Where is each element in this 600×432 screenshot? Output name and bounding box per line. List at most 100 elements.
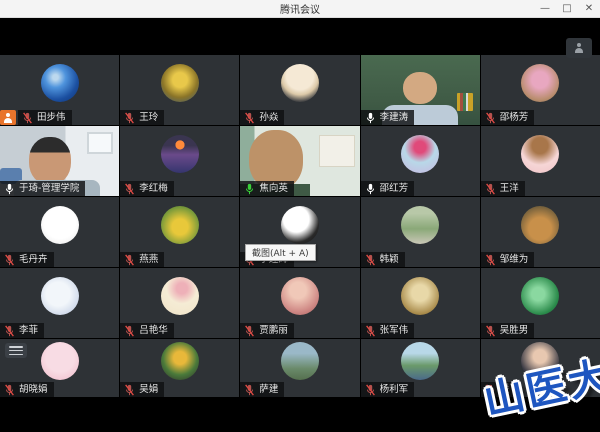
avatar	[401, 342, 439, 380]
avatar	[281, 64, 319, 102]
mic-icon	[485, 254, 496, 266]
list-view-icon[interactable]	[5, 343, 27, 358]
screenshot-tooltip: 截图(Alt + A)	[245, 244, 316, 261]
minimize-button[interactable]: —	[534, 0, 556, 17]
participant-tile[interactable]: 燕燕	[120, 197, 239, 267]
participant-name: 李菲	[19, 324, 38, 337]
mic-icon	[124, 254, 135, 266]
avatar	[161, 135, 199, 173]
participant-name: 于琦-管理学院	[19, 182, 79, 195]
participant-tile[interactable]: 杨利军	[361, 339, 480, 397]
name-bar: 李红梅	[120, 181, 174, 196]
host-badge-icon	[0, 110, 16, 125]
name-bar: 萨建	[240, 382, 284, 397]
name-bar: 吕艳华	[120, 323, 174, 338]
participant-name: 邵红芳	[380, 182, 409, 195]
mic-icon	[365, 384, 376, 396]
participant-tile[interactable]: 王洋	[481, 126, 600, 196]
participant-name: 吴胜男	[500, 324, 529, 337]
maximize-button[interactable]: □	[556, 0, 578, 17]
mic-icon	[4, 254, 15, 266]
participant-tile[interactable]: 李建涛	[361, 55, 480, 125]
participant-tile[interactable]: 张军伟	[361, 268, 480, 338]
participant-tile[interactable]: 吕艳华	[120, 268, 239, 338]
participant-name: 萨建	[259, 383, 278, 396]
participant-name: 贾鹏丽	[259, 324, 288, 337]
participant-tile[interactable]: 韩颖	[361, 197, 480, 267]
mic-icon	[124, 183, 135, 195]
participant-name: 李建涛	[380, 111, 409, 124]
participant-tile[interactable]: 田步伟	[0, 55, 119, 125]
participant-tile[interactable]: 吴胜男	[481, 268, 600, 338]
participant-name: 毛丹卉	[19, 253, 48, 266]
name-bar: 邹维为	[481, 252, 535, 267]
participant-tile[interactable]: 焦向英	[240, 126, 359, 196]
participant-name: 张军伟	[380, 324, 409, 337]
participant-tile[interactable]: 邵杨芳	[481, 55, 600, 125]
name-bar: 孙焱	[240, 110, 284, 125]
mic-icon	[124, 112, 135, 124]
name-bar: 吴娟	[120, 382, 164, 397]
name-bar: 毛丹卉	[0, 252, 54, 267]
participant-name: 吴娟	[139, 383, 158, 396]
window-title: 腾讯会议	[0, 1, 600, 16]
name-bar: 吴胜男	[481, 323, 535, 338]
mic-icon	[22, 112, 33, 124]
participant-tile[interactable]: 李菲	[0, 268, 119, 338]
person-icon	[574, 43, 584, 53]
name-bar: 杨利军	[361, 382, 415, 397]
avatar	[521, 135, 559, 173]
avatar	[281, 206, 319, 244]
avatar	[281, 277, 319, 315]
participant-tile[interactable]: 毛丹卉	[0, 197, 119, 267]
participant-tile[interactable]: 孙焱	[240, 55, 359, 125]
name-bar: 李建涛	[361, 110, 415, 125]
avatar	[161, 206, 199, 244]
mic-icon	[485, 112, 496, 124]
name-bar: 邵红芳	[361, 181, 415, 196]
avatar	[521, 64, 559, 102]
name-bar: 李菲	[0, 323, 44, 338]
mic-icon	[244, 183, 255, 195]
mic-icon	[244, 384, 255, 396]
tencent-meeting-window: 腾讯会议 — □ ✕	[0, 0, 600, 432]
mic-icon	[365, 325, 376, 337]
participant-name: 胡晓娟	[19, 383, 48, 396]
participant-tile[interactable]: 贾鹏丽	[240, 268, 359, 338]
mic-icon	[4, 183, 15, 195]
avatar	[41, 206, 79, 244]
name-bar: 燕燕	[120, 252, 164, 267]
name-bar: 韩颖	[361, 252, 405, 267]
mic-icon	[4, 325, 15, 337]
mic-icon	[365, 112, 376, 124]
mic-icon	[244, 325, 255, 337]
name-bar: 胡晓娟	[0, 382, 54, 397]
participant-tile[interactable]: 王玲	[120, 55, 239, 125]
window-controls: — □ ✕	[534, 0, 600, 17]
participant-name: 王洋	[500, 182, 519, 195]
mic-icon	[4, 384, 15, 396]
titlebar: 腾讯会议 — □ ✕	[0, 0, 600, 18]
participant-tile[interactable]: 邹维为	[481, 197, 600, 267]
participant-tile[interactable]: 于琦-管理学院	[0, 126, 119, 196]
name-bar: 贾鹏丽	[240, 323, 294, 338]
selfview-toggle-button[interactable]	[566, 38, 592, 58]
close-button[interactable]: ✕	[578, 0, 600, 17]
participant-tile[interactable]: 李红梅	[120, 126, 239, 196]
name-bar: 于琦-管理学院	[0, 181, 85, 196]
participant-name: 燕燕	[139, 253, 158, 266]
participant-tile[interactable]: 邵红芳	[361, 126, 480, 196]
avatar	[281, 342, 319, 380]
avatar	[521, 277, 559, 315]
avatar	[161, 64, 199, 102]
name-bar: 田步伟	[0, 110, 72, 125]
participant-tile[interactable]: 胡晓娟	[0, 339, 119, 397]
participant-tile[interactable]: 萨建	[240, 339, 359, 397]
name-bar: 邵杨芳	[481, 110, 535, 125]
mic-icon	[124, 325, 135, 337]
avatar	[161, 342, 199, 380]
mic-icon	[485, 183, 496, 195]
mic-icon	[365, 254, 376, 266]
participant-name: 李红梅	[139, 182, 168, 195]
participant-tile[interactable]: 吴娟	[120, 339, 239, 397]
